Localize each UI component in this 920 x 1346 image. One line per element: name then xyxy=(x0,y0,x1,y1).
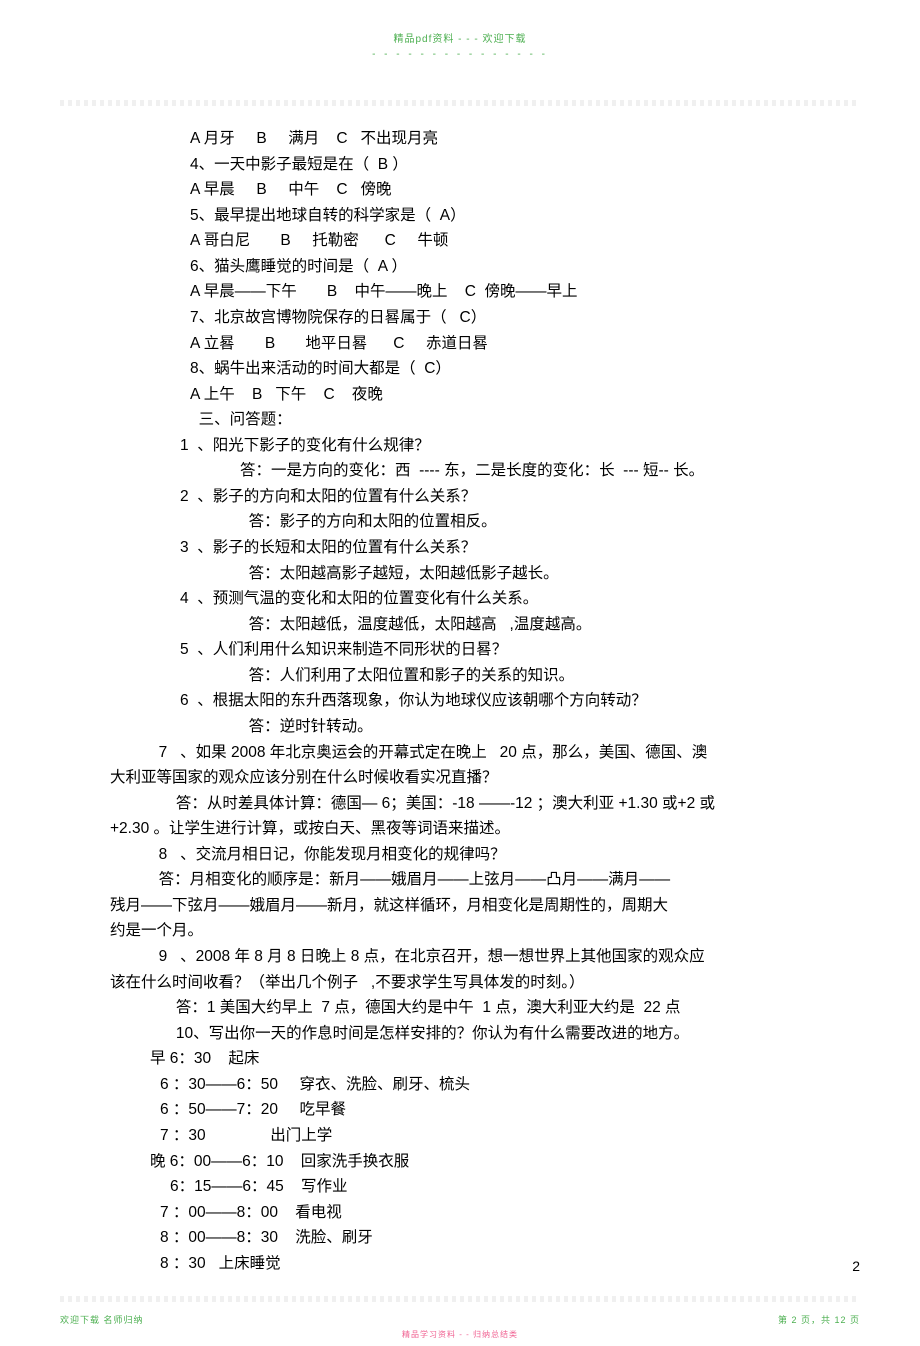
top-separator xyxy=(60,100,860,106)
text-line: 答：太阳越低，温度越低，太阳越高 ,温度越高。 xyxy=(60,612,860,638)
header-watermark: 精品pdf资料 - - - 欢迎下载 xyxy=(60,30,860,45)
text-line: A 早晨——下午 B 中午——晚上 C 傍晚——早上 xyxy=(60,279,860,305)
text-line: 答：逆时针转动。 xyxy=(60,714,860,740)
bottom-separator xyxy=(60,1296,860,1302)
text-line: 6 ：30——6：50 穿衣、洗脸、刷牙、梳头 xyxy=(60,1072,860,1098)
footer-right: 第 2 页，共 12 页 xyxy=(778,1313,860,1326)
text-line: 答：从时差具体计算：德国— 6；美国：-18 ——-12 ；澳大利亚 +1.30… xyxy=(60,791,860,817)
text-line: 8 、交流月相日记，你能发现月相变化的规律吗？ xyxy=(60,842,860,868)
text-line: 三、问答题： xyxy=(60,407,860,433)
page-number: 2 xyxy=(852,1258,860,1274)
footer-center: 精品学习资料 - - 归纳总结类 xyxy=(0,1329,920,1340)
text-line: 答：影子的方向和太阳的位置相反。 xyxy=(60,509,860,535)
text-line: 答：人们利用了太阳位置和影子的关系的知识。 xyxy=(60,663,860,689)
text-line: 6：15——6：45 写作业 xyxy=(60,1174,860,1200)
text-line: 1 、阳光下影子的变化有什么规律？ xyxy=(60,433,860,459)
text-line: 4 、预测气温的变化和太阳的位置变化有什么关系。 xyxy=(60,586,860,612)
text-line: 7 ：30 出门上学 xyxy=(60,1123,860,1149)
text-line: A 立晷 B 地平日晷 C 赤道日晷 xyxy=(60,331,860,357)
text-line: 答：一是方向的变化：西 ---- 东，二是长度的变化：长 --- 短-- 长。 xyxy=(60,458,860,484)
text-line: 6、猫头鹰睡觉的时间是（ A ） xyxy=(60,254,860,280)
footer-left: 欢迎下载 名师归纳 xyxy=(60,1313,144,1326)
text-line: 晚 6：00——6：10 回家洗手换衣服 xyxy=(60,1149,860,1175)
text-line: 8、蜗牛出来活动的时间大都是（ C） xyxy=(60,356,860,382)
text-line: A 上午 B 下午 C 夜晚 xyxy=(60,382,860,408)
text-line: 5 、人们利用什么知识来制造不同形状的日晷？ xyxy=(60,637,860,663)
text-line: A 哥白尼 B 托勒密 C 牛顿 xyxy=(60,228,860,254)
text-line: A 月牙 B 满月 C 不出现月亮 xyxy=(60,126,860,152)
text-line: 8 ：30 上床睡觉 xyxy=(60,1251,860,1277)
text-line: 3 、影子的长短和太阳的位置有什么关系？ xyxy=(60,535,860,561)
text-line: 5、最早提出地球自转的科学家是（ A） xyxy=(60,203,860,229)
text-line: 大利亚等国家的观众应该分别在什么时候收看实况直播？ xyxy=(60,765,860,791)
text-line: +2.30 。让学生进行计算，或按白天、黑夜等词语来描述。 xyxy=(60,816,860,842)
text-line: 6 ：50——7：20 吃早餐 xyxy=(60,1097,860,1123)
text-line: 答：太阳越高影子越短，太阳越低影子越长。 xyxy=(60,561,860,587)
text-line: 早 6：30 起床 xyxy=(60,1046,860,1072)
text-line: 4、一天中影子最短是在（ B ） xyxy=(60,152,860,178)
text-line: 答：月相变化的顺序是：新月——娥眉月——上弦月——凸月——满月—— xyxy=(60,867,860,893)
text-line: 该在什么时间收看？（举出几个例子 ,不要求学生写具体发的时刻。） xyxy=(60,970,860,996)
text-line: 7、北京故宫博物院保存的日晷属于（ C） xyxy=(60,305,860,331)
text-line: 6 、根据太阳的东升西落现象，你认为地球仪应该朝哪个方向转动？ xyxy=(60,688,860,714)
text-line: 10、写出你一天的作息时间是怎样安排的？你认为有什么需要改进的地方。 xyxy=(60,1021,860,1047)
header-dashes: - - - - - - - - - - - - - - - xyxy=(60,49,860,60)
document-page: 精品pdf资料 - - - 欢迎下载 - - - - - - - - - - -… xyxy=(0,0,920,1346)
text-line: 2 、影子的方向和太阳的位置有什么关系？ xyxy=(60,484,860,510)
text-line: 约是一个月。 xyxy=(60,918,860,944)
text-line: 残月——下弦月——娥眉月——新月，就这样循环，月相变化是周期性的，周期大 xyxy=(60,893,860,919)
text-line: 9 、2008 年 8 月 8 日晚上 8 点，在北京召开，想一想世界上其他国家… xyxy=(60,944,860,970)
text-line: 7 ：00——8：00 看电视 xyxy=(60,1200,860,1226)
text-line: 7 、如果 2008 年北京奥运会的开幕式定在晚上 20 点，那么，美国、德国、… xyxy=(60,740,860,766)
text-line: 答：1 美国大约早上 7 点，德国大约是中午 1 点，澳大利亚大约是 22 点 xyxy=(60,995,860,1021)
body-content: A 月牙 B 满月 C 不出现月亮4、一天中影子最短是在（ B ）A 早晨 B … xyxy=(60,126,860,1276)
text-line: A 早晨 B 中午 C 傍晚 xyxy=(60,177,860,203)
text-line: 8 ：00——8：30 洗脸、刷牙 xyxy=(60,1225,860,1251)
